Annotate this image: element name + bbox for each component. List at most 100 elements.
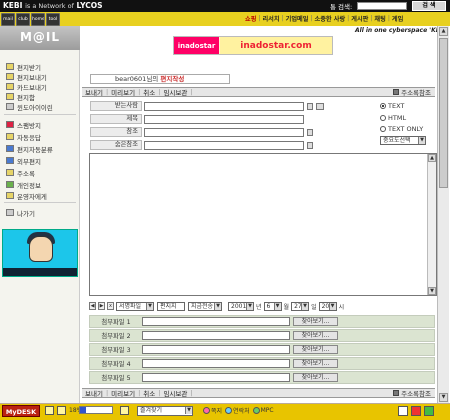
nav-link-research[interactable]: 리서치 [262,14,279,23]
attachment-row: 첨부파일 1 찾아보기... [89,315,435,328]
template-button[interactable]: 편지지 [157,301,185,311]
send-mode-select[interactable]: 지금전송 ▼ [188,301,222,311]
save-draft-button[interactable]: 임시보관 [160,388,190,398]
sidebar-item-mailbox[interactable]: 편지함 [6,92,35,102]
sidebar-item-profile[interactable]: 개인정보 [6,180,41,190]
scroll-up-icon[interactable]: ▲ [428,154,436,162]
month-select[interactable]: 6 ▼ [263,301,282,311]
editor-scrollbar[interactable]: ▲ ▼ [427,154,436,295]
sidebar-item-logout[interactable]: 나가기 [6,208,35,218]
brand-kebi: KEBI [3,1,23,10]
sidebar-item-admin[interactable]: 운영자에게 [6,191,47,201]
cancel-button[interactable]: 취소 [140,388,158,398]
browse-button[interactable]: 찾아보기... [293,345,338,354]
chevron-down-icon: ▼ [301,302,309,310]
subject-input[interactable] [144,114,304,124]
desk-folder-icon[interactable] [57,406,66,415]
sidebar-item-filter[interactable]: 편지자동분류 [6,144,53,154]
sidebar-item-external[interactable]: 외부편지 [6,156,41,166]
status-icon[interactable] [424,406,434,416]
search-input[interactable] [357,2,407,10]
sidebar-character-banner[interactable] [2,229,78,277]
scroll-thumb[interactable] [439,38,448,188]
sidebar-item-spam[interactable]: 스팸방지 [6,120,41,130]
mail-icon[interactable] [120,406,129,415]
sidebar-item-address-book[interactable]: 주소록 [6,168,35,178]
attachment-input[interactable] [142,345,290,354]
mail-tray-icon[interactable] [398,406,408,416]
format-text-only-radio[interactable]: TEXT ONLY [380,124,423,133]
browse-button[interactable]: 찾아보기... [293,317,338,326]
day-select[interactable]: 27 ▼ [291,301,310,311]
home-app-icon[interactable]: home [31,13,45,26]
nav-link-board[interactable]: 게시판 [351,14,368,23]
attachment-input[interactable] [142,331,290,340]
hour-select[interactable]: 20 ▼ [318,301,337,311]
sidebar-item-card[interactable]: 카드보내기 [6,82,47,92]
nav-link-chat[interactable]: 채팅 [374,14,385,23]
preview-button[interactable]: 미리보기 [108,87,138,97]
scroll-down-icon[interactable]: ▼ [428,287,436,295]
sidebar-item-auto-reply[interactable]: 자동응답 [6,132,41,142]
browse-button[interactable]: 찾아보기... [293,359,338,368]
browse-button[interactable]: 찾아보기... [293,331,338,340]
sidebar-item-send[interactable]: 편지보내기 [6,72,47,82]
attachment-input[interactable] [142,359,290,368]
favorites-select[interactable]: 즐겨찾기 ▼ [137,406,193,416]
next-icon[interactable]: ▶ [98,302,105,310]
compose-user: bear0601님의 [115,75,159,83]
bottom-right-tray [395,406,434,416]
club-app-icon[interactable]: club [16,13,30,26]
card-icon [6,83,14,90]
contacts-link[interactable]: 연락처 [233,406,250,415]
format-text-radio[interactable]: TEXT [380,101,404,110]
preview-button[interactable]: 미리보기 [108,388,138,398]
attachment-row: 첨부파일 4 찾아보기... [89,357,435,370]
nav-link-game[interactable]: 게임 [392,14,403,23]
signature-select[interactable]: 서명파일 ▼ [116,301,154,311]
prev-icon[interactable]: ◀ [89,302,96,310]
memo-link[interactable]: 쪽지 [211,406,222,415]
year-select[interactable]: 2001 ▼ [228,301,254,311]
ad-banner-logo: inadostar [174,37,219,54]
mydesk-button[interactable]: MyDESK [2,405,40,417]
to-address-book-icon[interactable] [307,102,313,110]
page-scrollbar[interactable]: ▲ ▼ [437,26,449,403]
address-book-link[interactable]: 주소록참조 [393,87,431,97]
cc-input[interactable] [144,127,304,137]
brand-logo[interactable]: KEBI is a Network of LYCOS [3,1,103,10]
to-input[interactable] [144,101,304,111]
attachment-input[interactable] [142,373,290,382]
sidebar-item-window[interactable]: 윈도아이이린 [6,102,53,112]
format-html-radio[interactable]: HTML [380,113,406,122]
scroll-up-icon[interactable]: ▲ [439,27,448,36]
bcc-address-book-icon[interactable] [307,141,313,149]
nav-link-love[interactable]: 소중한 사랑 [315,14,346,23]
attachment-input[interactable] [142,317,290,326]
tool-app-icon[interactable]: tool [46,13,60,26]
send-button[interactable]: 보내기 [82,388,106,398]
address-book-link[interactable]: 주소록참조 [393,388,431,398]
save-draft-button[interactable]: 임시보관 [160,87,190,97]
scroll-down-icon[interactable]: ▼ [439,393,448,402]
message-body-editor[interactable] [89,153,437,296]
reset-icon[interactable]: x [107,302,114,310]
bcc-input[interactable] [144,140,304,150]
chevron-down-icon: ▼ [418,137,425,144]
search-button[interactable]: 검 색 [412,1,446,11]
to-people-icon[interactable] [316,102,324,110]
desk-menu-icon[interactable] [45,406,54,415]
mail-app-icon[interactable]: mail [1,13,15,26]
window-icon [6,103,14,110]
nav-link-corporate-mail[interactable]: 기업메일 [286,14,309,23]
sidebar-item-receive[interactable]: 편지받기 [6,62,41,72]
ad-banner[interactable]: inadostar inadostar.com [173,36,333,55]
alert-icon[interactable] [411,406,421,416]
cc-address-book-icon[interactable] [307,128,313,136]
browse-button[interactable]: 찾아보기... [293,373,338,382]
nav-link-shopping[interactable]: 쇼핑 [245,14,256,23]
send-button[interactable]: 보내기 [82,87,106,97]
cancel-button[interactable]: 취소 [140,87,158,97]
mpc-link[interactable]: MPC [261,407,274,414]
importance-select[interactable]: 중요도선택 ▼ [380,136,426,145]
